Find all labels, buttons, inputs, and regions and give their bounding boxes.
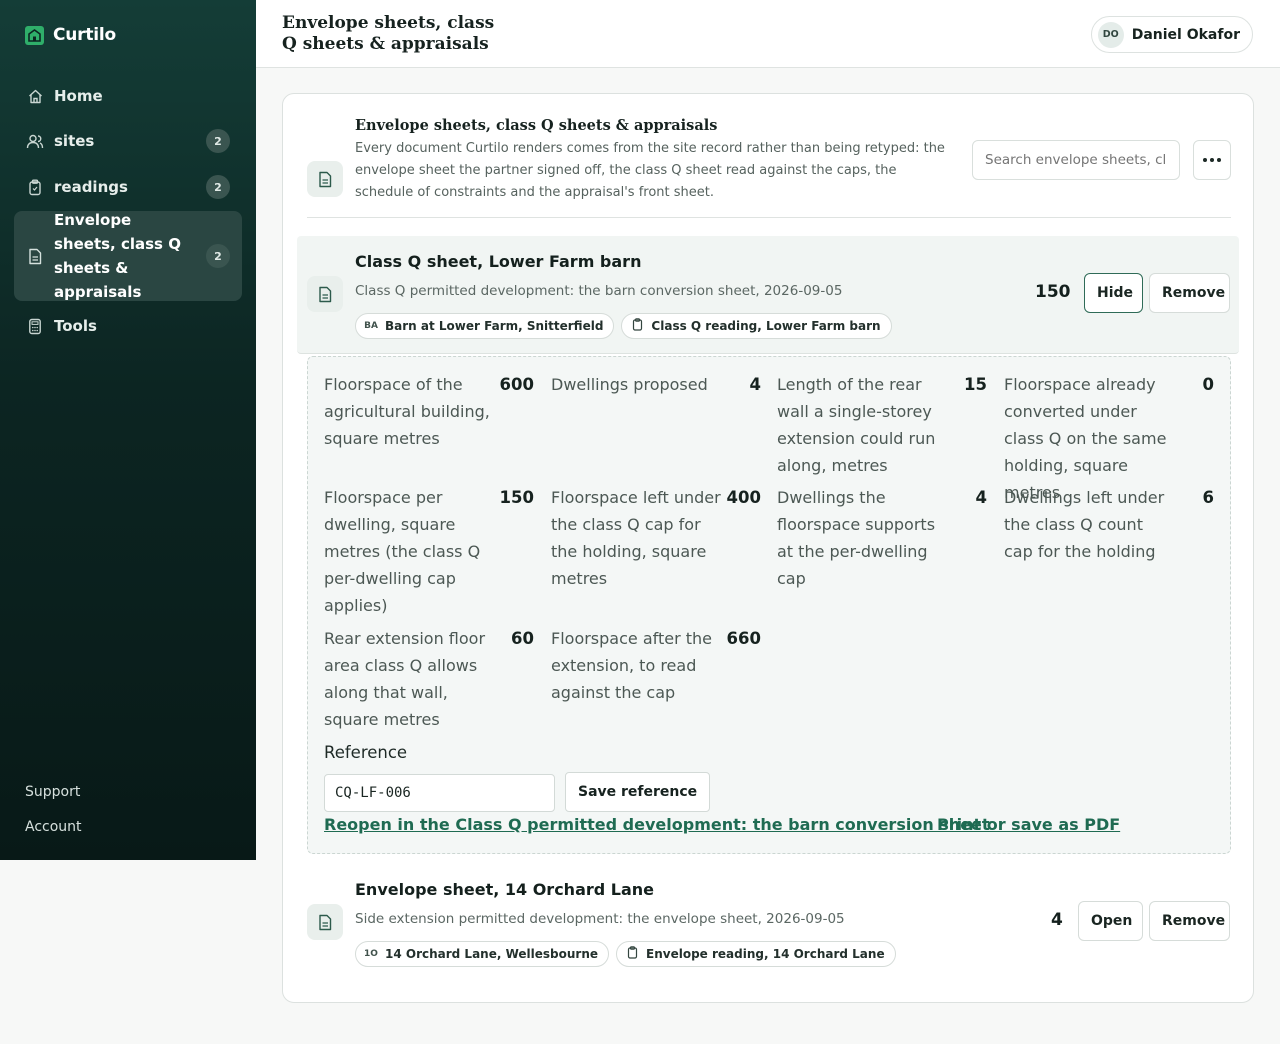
documents-card: Envelope sheets, class Q sheets & apprai… — [282, 93, 1254, 1003]
sidebar-item-readings[interactable]: readings 2 — [14, 170, 242, 204]
section-description: Every document Curtilo renders comes fro… — [355, 141, 945, 200]
document-title: Envelope sheet, 14 Orchard Lane — [355, 880, 655, 899]
sidebar-item-label: Home — [54, 87, 103, 105]
sidebar-item-label: readings — [54, 178, 128, 196]
clipboard-icon — [629, 318, 645, 334]
clipboard-icon — [624, 946, 640, 962]
metric-label: Floorspace after the extension, to read … — [551, 629, 713, 702]
metric-value: 400 — [726, 488, 761, 507]
reading-chip-label: Envelope reading, 14 Orchard Lane — [646, 947, 885, 961]
sidebar-item-envelope-sheets[interactable]: Envelope sheets, class Q sheets & apprai… — [14, 211, 242, 301]
page-title: Envelope sheets, class Q sheets & apprai… — [282, 13, 495, 54]
metric-label: Floorspace of the agricultural building,… — [324, 375, 490, 448]
metric-value: 600 — [499, 375, 534, 394]
dot-icon — [1203, 158, 1207, 162]
site-chip[interactable]: 1O 14 Orchard Lane, Wellesbourne — [355, 941, 610, 967]
remove-button[interactable]: Remove — [1149, 901, 1230, 941]
avatar: DO — [1097, 21, 1124, 48]
sidebar: Curtilo Home sites 2 readings 2 Envelope… — [0, 0, 256, 860]
sidebar-item-sites[interactable]: sites 2 — [14, 124, 242, 158]
site-chip-label: Barn at Lower Farm, Snitterfield — [385, 319, 604, 333]
reading-chip[interactable]: Class Q reading, Lower Farm barn — [621, 313, 892, 339]
class-q-detail-panel: Floorspace of the agricultural building,… — [307, 356, 1231, 854]
dot-icon — [1210, 158, 1214, 162]
reading-chip[interactable]: Envelope reading, 14 Orchard Lane — [616, 941, 896, 967]
metric-value: 4 — [975, 488, 987, 507]
metric-value: 660 — [726, 629, 761, 648]
brand-name: Curtilo — [53, 25, 117, 45]
metric-value: 60 — [511, 629, 534, 648]
user-menu[interactable]: DO Daniel Okafor — [1090, 16, 1253, 53]
metric-label: Floorspace left under the class Q cap fo… — [551, 488, 721, 588]
document-value: 4 — [1051, 910, 1063, 930]
metric-label: Dwellings the floorspace supports at the… — [777, 488, 936, 588]
open-button[interactable]: Open — [1078, 901, 1143, 941]
reference-input[interactable] — [324, 774, 555, 812]
dot-icon — [1217, 158, 1221, 162]
sidebar-item-label: Envelope sheets, class Q sheets & apprai… — [54, 211, 181, 301]
site-initials: 1O — [364, 949, 378, 959]
document-icon — [307, 904, 343, 940]
reference-label: Reference — [324, 743, 408, 762]
sidebar-item-home[interactable]: Home — [14, 80, 242, 112]
print-pdf-link[interactable]: Print or save as PDF — [937, 815, 1120, 834]
support-link[interactable]: Support — [25, 784, 80, 800]
section-title: Envelope sheets, class Q sheets & apprai… — [355, 117, 718, 134]
account-link[interactable]: Account — [25, 819, 82, 835]
people-icon — [26, 132, 44, 150]
document-icon — [26, 247, 44, 265]
reopen-sheet-link[interactable]: Reopen in the Class Q permitted developm… — [324, 815, 990, 834]
more-options-button[interactable] — [1193, 140, 1231, 180]
metric-value: 15 — [964, 375, 987, 394]
hide-button[interactable]: Hide — [1084, 273, 1143, 313]
document-chips: 1O 14 Orchard Lane, Wellesbourne Envelop… — [355, 941, 896, 967]
site-initials: BA — [364, 321, 378, 331]
metric-label: Dwellings left under the class Q count c… — [1004, 488, 1165, 561]
metric-label: Floorspace per dwelling, square metres (… — [324, 488, 481, 615]
document-icon — [307, 161, 343, 197]
count-badge: 2 — [206, 244, 230, 268]
calculator-icon — [26, 317, 44, 335]
document-title: Class Q sheet, Lower Farm barn — [355, 252, 642, 271]
home-icon — [26, 87, 44, 105]
brand[interactable]: Curtilo — [25, 25, 116, 45]
search-input[interactable] — [972, 140, 1180, 180]
document-subtitle: Side extension permitted development: th… — [355, 911, 845, 927]
metric-value: 4 — [749, 375, 761, 394]
clipboard-icon — [26, 178, 44, 196]
sidebar-item-label: Tools — [54, 317, 97, 335]
sidebar-item-label: sites — [54, 132, 95, 150]
document-row-envelope-sheet[interactable]: Envelope sheet, 14 Orchard Lane Side ext… — [297, 864, 1239, 982]
sidebar-item-tools[interactable]: Tools — [14, 310, 242, 342]
metric-value: 0 — [1202, 375, 1214, 394]
remove-button[interactable]: Remove — [1149, 273, 1230, 313]
document-subtitle: Class Q permitted development: the barn … — [355, 283, 843, 299]
section-header: Envelope sheets, class Q sheets & apprai… — [307, 116, 1231, 218]
top-header: Envelope sheets, class Q sheets & apprai… — [256, 0, 1280, 68]
document-chips: BA Barn at Lower Farm, Snitterfield Clas… — [355, 313, 892, 339]
reading-chip-label: Class Q reading, Lower Farm barn — [651, 319, 881, 333]
metric-label: Length of the rear wall a single-storey … — [777, 375, 936, 475]
document-value: 150 — [1035, 282, 1071, 302]
site-chip-label: 14 Orchard Lane, Wellesbourne — [385, 947, 599, 961]
document-row-class-q-sheet[interactable]: Class Q sheet, Lower Farm barn Class Q p… — [297, 236, 1239, 354]
count-badge: 2 — [206, 129, 230, 153]
metric-label: Rear extension floor area class Q allows… — [324, 629, 486, 729]
count-badge: 2 — [206, 175, 230, 199]
save-reference-button[interactable]: Save reference — [565, 772, 711, 812]
metric-label: Dwellings proposed — [551, 375, 708, 394]
metric-value: 6 — [1202, 488, 1214, 507]
site-chip[interactable]: BA Barn at Lower Farm, Snitterfield — [355, 313, 615, 339]
user-name: Daniel Okafor — [1131, 26, 1240, 43]
metric-value: 150 — [499, 488, 534, 507]
curtilo-logo-icon — [25, 25, 44, 45]
document-icon — [307, 276, 343, 312]
